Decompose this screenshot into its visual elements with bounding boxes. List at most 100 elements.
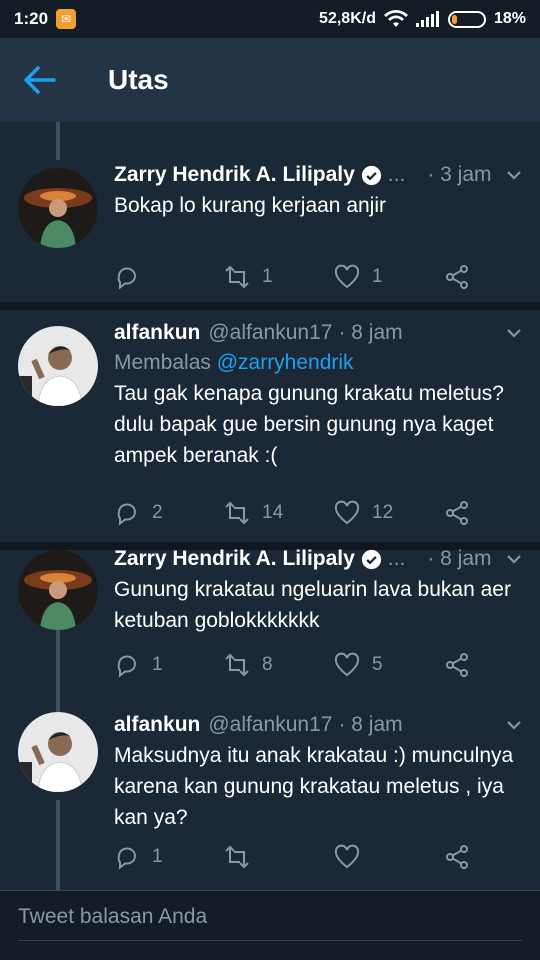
share-button[interactable] bbox=[444, 652, 470, 678]
tweet-time: · 8 jam bbox=[338, 321, 403, 344]
tweet-text: Maksudnya itu anak krakatau :) munculnya… bbox=[114, 744, 514, 829]
retweet-button[interactable]: 1 bbox=[224, 264, 273, 290]
app-bar: Utas bbox=[0, 38, 540, 122]
back-button[interactable] bbox=[0, 38, 80, 122]
reply-count: 2 bbox=[152, 502, 163, 523]
status-bar: 1:20 ✉ 52,8K/d 18% bbox=[0, 0, 540, 38]
signal-icon bbox=[415, 11, 439, 27]
like-button[interactable]: 5 bbox=[334, 652, 383, 678]
user-name[interactable]: Zarry Hendrik A. Lilipaly bbox=[114, 163, 355, 187]
user-name[interactable]: alfankun bbox=[114, 321, 200, 345]
tweet-header: alfankun @alfankun17 · 8 jam bbox=[114, 710, 524, 740]
chevron-down-icon[interactable] bbox=[504, 165, 524, 185]
tweet-content: Zarry Hendrik A. Lilipaly ... · 3 jam Bo… bbox=[114, 160, 524, 221]
status-time: 1:20 bbox=[14, 9, 49, 28]
reply-input[interactable]: Tweet balasan Anda bbox=[18, 905, 522, 941]
share-button[interactable] bbox=[444, 844, 470, 870]
like-count: 12 bbox=[372, 502, 394, 523]
retweet-icon bbox=[225, 265, 249, 289]
tweet-item[interactable]: Zarry Hendrik A. Lilipaly ... · 3 jam Bo… bbox=[0, 122, 540, 302]
like-button[interactable]: 1 bbox=[334, 264, 383, 290]
mention-link[interactable]: @zarryhendrik bbox=[217, 351, 354, 374]
tweet-time: · 8 jam bbox=[427, 547, 492, 570]
name-ellipsis: ... bbox=[387, 547, 406, 570]
verified-icon bbox=[361, 549, 381, 569]
user-name[interactable]: Zarry Hendrik A. Lilipaly bbox=[114, 547, 355, 571]
thread-list: Zarry Hendrik A. Lilipaly ... · 3 jam Bo… bbox=[0, 122, 540, 890]
network-speed: 52,8K/d bbox=[319, 10, 376, 27]
retweet-count: 14 bbox=[262, 502, 284, 523]
wifi-icon bbox=[383, 10, 408, 27]
retweet-icon bbox=[225, 845, 249, 869]
tweet-header: Zarry Hendrik A. Lilipaly ... · 8 jam bbox=[114, 544, 524, 574]
like-count: 1 bbox=[372, 266, 383, 287]
reply-count: 1 bbox=[152, 846, 163, 867]
share-button[interactable] bbox=[444, 264, 470, 290]
verified-icon bbox=[361, 165, 381, 185]
share-icon bbox=[446, 265, 468, 289]
reply-icon bbox=[117, 503, 136, 526]
tweet-item[interactable]: alfankun @alfankun17 · 8 jam Maksudnya i… bbox=[0, 712, 540, 890]
tweet-content: alfankun @alfankun17 · 8 jam Maksudnya i… bbox=[114, 710, 524, 833]
reply-icon bbox=[117, 655, 136, 678]
like-button[interactable] bbox=[334, 844, 372, 870]
avatar[interactable] bbox=[18, 712, 98, 792]
notification-app-icon: ✉ bbox=[56, 9, 77, 29]
tweet-text: Tau gak kenapa gunung krakatu meletus? d… bbox=[114, 382, 504, 467]
tweet-header: alfankun @alfankun17 · 8 jam bbox=[114, 318, 524, 348]
tweet-time: · 8 jam bbox=[338, 713, 403, 736]
share-button[interactable] bbox=[444, 500, 470, 526]
heart-icon bbox=[334, 500, 360, 525]
reply-button[interactable]: 1 bbox=[114, 844, 163, 870]
share-icon bbox=[446, 653, 468, 677]
share-icon bbox=[446, 501, 468, 525]
divider bbox=[0, 302, 540, 310]
reply-icon bbox=[117, 847, 136, 870]
avatar[interactable] bbox=[18, 168, 98, 248]
heart-icon bbox=[334, 844, 360, 869]
tweet-text: Gunung krakatau ngeluarin lava bukan aer… bbox=[114, 578, 511, 632]
reply-button[interactable] bbox=[114, 264, 152, 290]
retweet-button[interactable]: 8 bbox=[224, 652, 273, 678]
tweet-header: Zarry Hendrik A. Lilipaly ... · 3 jam bbox=[114, 160, 524, 190]
user-handle[interactable]: @alfankun17 bbox=[208, 713, 332, 737]
tweet-actions: 1 bbox=[114, 842, 524, 872]
tweet-actions: 1 8 5 bbox=[114, 650, 524, 680]
name-ellipsis: ... bbox=[387, 163, 406, 186]
like-button[interactable]: 12 bbox=[334, 500, 393, 526]
chevron-down-icon[interactable] bbox=[504, 715, 524, 735]
retweet-count: 1 bbox=[262, 266, 273, 287]
tweet-item[interactable]: alfankun @alfankun17 · 8 jam Membalas @z… bbox=[0, 310, 540, 542]
reply-button[interactable]: 1 bbox=[114, 652, 163, 678]
tweet-actions: 2 14 12 bbox=[114, 498, 524, 528]
reply-composer: Tweet balasan Anda bbox=[0, 890, 540, 960]
user-handle[interactable]: @alfankun17 bbox=[208, 321, 332, 345]
avatar[interactable] bbox=[18, 550, 98, 630]
tweet-text: Bokap lo kurang kerjaan anjir bbox=[114, 194, 386, 217]
tweet-actions: 1 1 bbox=[114, 262, 524, 292]
retweet-icon bbox=[225, 501, 249, 525]
tweet-item[interactable]: Zarry Hendrik A. Lilipaly ... · 8 jam Gu… bbox=[0, 547, 540, 730]
retweet-button[interactable] bbox=[224, 844, 262, 870]
chevron-down-icon[interactable] bbox=[504, 549, 524, 569]
tweet-content: Zarry Hendrik A. Lilipaly ... · 8 jam Gu… bbox=[114, 544, 524, 636]
chevron-down-icon[interactable] bbox=[504, 323, 524, 343]
tweet-time: · 3 jam bbox=[427, 163, 492, 186]
battery-icon bbox=[447, 10, 486, 28]
retweet-icon bbox=[225, 653, 249, 677]
reply-button[interactable]: 2 bbox=[114, 500, 163, 526]
avatar[interactable] bbox=[18, 326, 98, 406]
tweet-content: alfankun @alfankun17 · 8 jam Membalas @z… bbox=[114, 318, 524, 471]
reply-icon bbox=[117, 267, 136, 290]
retweet-button[interactable]: 14 bbox=[224, 500, 283, 526]
share-icon bbox=[446, 845, 468, 869]
user-name[interactable]: alfankun bbox=[114, 713, 200, 737]
page-title: Utas bbox=[108, 64, 169, 95]
heart-icon bbox=[334, 652, 360, 677]
like-count: 5 bbox=[372, 654, 383, 675]
reply-count: 1 bbox=[152, 654, 163, 675]
back-arrow-icon bbox=[24, 66, 56, 94]
battery-percent: 18% bbox=[493, 10, 526, 27]
retweet-count: 8 bbox=[262, 654, 273, 675]
reply-context: Membalas @zarryhendrik bbox=[114, 351, 354, 374]
